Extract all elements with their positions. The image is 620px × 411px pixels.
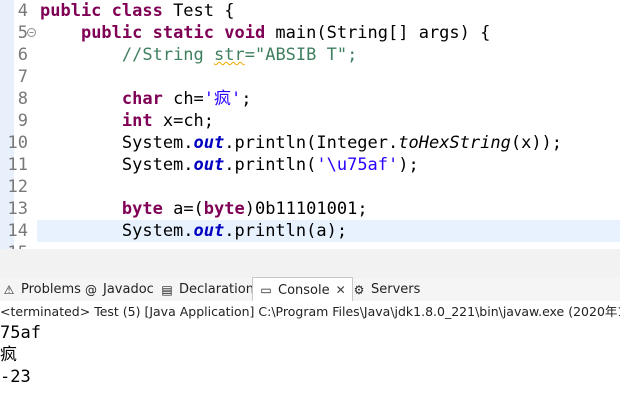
panel-separator[interactable] [0, 249, 620, 279]
code-token: )0b11101001; [244, 199, 368, 219]
line-number: 12 [7, 177, 28, 197]
tab-declaration[interactable]: ▤ Declaration [160, 278, 254, 301]
code-line[interactable]: 9 int x=ch; [0, 110, 620, 132]
code-token: public static void [80, 23, 266, 43]
tab-problems[interactable]: ⚠ Problems [2, 278, 81, 301]
code-token: ="ABSIB T"; [244, 45, 358, 65]
declaration-icon: ▤ [161, 282, 173, 297]
console-output-line: 75af [0, 323, 41, 343]
code-token: .println(Integer. [224, 133, 399, 153]
console-output[interactable]: 75af 疯 -23 [0, 322, 620, 411]
code-text: byte a=(byte)0b11101001; [40, 198, 368, 220]
tab-label: Servers [371, 282, 421, 297]
code-token: (x)); [510, 133, 563, 153]
code-line[interactable]: 5− public static void main(String[] args… [0, 22, 620, 44]
at-icon: @ [85, 282, 97, 297]
code-text: //String str="ABSIB T"; [40, 44, 357, 66]
servers-icon: ⚙ [353, 282, 365, 297]
problems-icon: ⚠ [3, 282, 15, 297]
code-token: System. [40, 155, 194, 175]
code-text: public class Test { [40, 0, 234, 22]
tab-label: Declaration [179, 282, 254, 297]
code-token: byte [203, 199, 245, 219]
fold-toggle-icon[interactable]: − [27, 28, 36, 37]
line-number: 8 [17, 89, 28, 109]
code-token: ch= [162, 89, 204, 109]
code-token: .println( [224, 155, 317, 175]
code-text: char ch='疯'; [40, 88, 252, 110]
code-text: public static void main(String[] args) { [40, 22, 490, 44]
tab-servers[interactable]: ⚙ Servers [352, 278, 421, 301]
code-token: public class [40, 1, 163, 21]
code-token: toHexString [398, 133, 511, 153]
close-icon[interactable]: ✕ [336, 279, 346, 302]
console-icon: ▭ [260, 283, 272, 297]
code-token: '\u75af' [316, 155, 399, 175]
code-line[interactable]: 6 //String str="ABSIB T"; [0, 44, 620, 66]
tab-javadoc[interactable]: @ Javadoc [84, 278, 154, 301]
code-line[interactable]: 8 char ch='疯'; [0, 88, 620, 110]
line-number: 15 [0, 242, 28, 249]
code-line[interactable]: 4 public class Test { [0, 0, 620, 22]
code-token: ; [241, 89, 252, 109]
tab-label: Javadoc [103, 282, 154, 297]
code-text: int x=ch; [40, 110, 214, 132]
line-number: 9 [17, 111, 28, 131]
code-token: Test { [162, 1, 235, 21]
line-number: 5 [17, 23, 28, 43]
code-text: System.out.println(Integer.toHexString(x… [40, 132, 562, 154]
console-status: <terminated> Test (5) [Java Application]… [0, 301, 620, 323]
code-token: '疯' [203, 89, 242, 109]
code-editor[interactable]: 4 public class Test {5− public static voi… [0, 0, 620, 249]
code-text: System.out.println('\u75af'); [40, 154, 419, 176]
code-token: out [193, 221, 225, 241]
code-token: main(String[] args) { [265, 23, 491, 43]
code-line[interactable]: 14 System.out.println(a); [0, 220, 620, 242]
code-line[interactable]: 11 System.out.println('\u75af'); [0, 154, 620, 176]
code-token: ); [398, 155, 419, 175]
code-line[interactable]: 13 byte a=(byte)0b11101001; [0, 198, 620, 220]
code-token: x=ch; [152, 111, 215, 131]
line-number: 4 [17, 1, 28, 21]
code-token: int [121, 111, 153, 131]
tab-console[interactable]: ▭ Console ✕ [252, 277, 353, 302]
code-token: .println(a); [224, 221, 348, 241]
code-line[interactable]: 7 [0, 66, 620, 88]
code-token: System. [40, 221, 194, 241]
code-token: byte [121, 199, 163, 219]
code-token: char [121, 89, 163, 109]
code-token: System. [40, 133, 194, 153]
line-number: 14 [7, 221, 28, 241]
line-number: 11 [7, 155, 28, 175]
code-token: a=( [162, 199, 204, 219]
line-number: 6 [17, 45, 28, 65]
code-token: str [214, 45, 245, 65]
tab-label: Problems [21, 282, 81, 297]
line-number: 7 [17, 67, 28, 87]
code-token: out [193, 155, 225, 175]
console-output-line: -23 [0, 367, 31, 387]
code-token: //String [121, 45, 215, 65]
console-output-line: 疯 [0, 345, 17, 365]
code-token: out [193, 133, 225, 153]
code-line[interactable]: 10 System.out.println(Integer.toHexStrin… [0, 132, 620, 154]
code-text: System.out.println(a); [40, 220, 347, 242]
line-number: 10 [7, 133, 28, 153]
bottom-panel-tabs: ⚠ Problems @ Javadoc ▤ Declaration ▭ Console ✕ ⚙ S… [0, 277, 620, 302]
line-number: 13 [7, 199, 28, 219]
tab-label: Console [278, 282, 330, 298]
code-line[interactable]: 15 [0, 242, 620, 249]
code-line[interactable]: 12 [0, 176, 620, 198]
